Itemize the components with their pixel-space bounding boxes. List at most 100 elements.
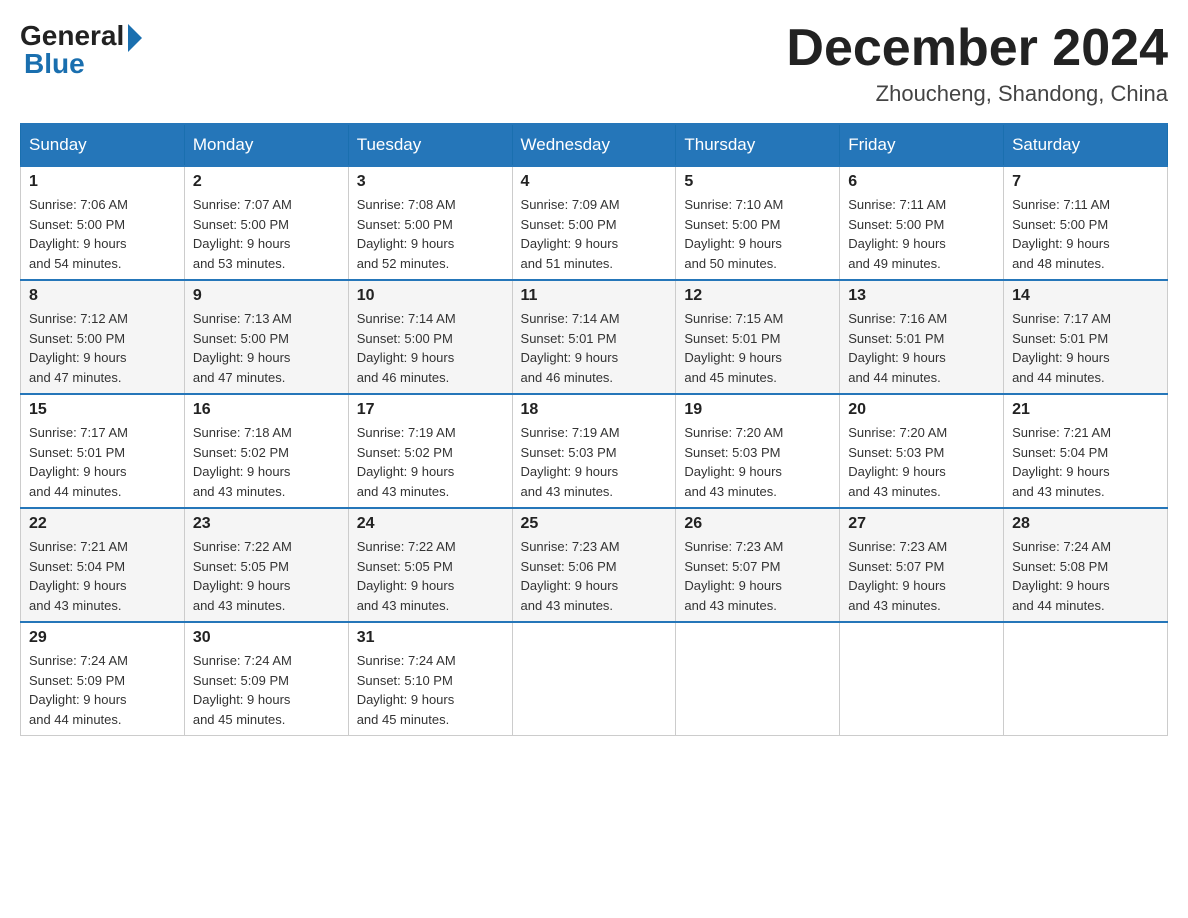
location-title: Zhoucheng, Shandong, China — [786, 81, 1168, 107]
day-number: 29 — [29, 629, 176, 647]
logo-blue-text: Blue — [20, 48, 85, 80]
day-number: 3 — [357, 173, 504, 191]
day-number: 13 — [848, 287, 995, 305]
logo: General Blue — [20, 20, 142, 80]
day-info: Sunrise: 7:19 AMSunset: 5:03 PMDaylight:… — [521, 425, 620, 499]
day-info: Sunrise: 7:21 AMSunset: 5:04 PMDaylight:… — [1012, 425, 1111, 499]
empty-cell — [676, 622, 840, 736]
day-info: Sunrise: 7:24 AMSunset: 5:09 PMDaylight:… — [29, 653, 128, 727]
day-number: 31 — [357, 629, 504, 647]
col-header-saturday: Saturday — [1004, 124, 1168, 166]
day-info: Sunrise: 7:13 AMSunset: 5:00 PMDaylight:… — [193, 311, 292, 385]
day-number: 4 — [521, 173, 668, 191]
col-header-tuesday: Tuesday — [348, 124, 512, 166]
day-info: Sunrise: 7:24 AMSunset: 5:09 PMDaylight:… — [193, 653, 292, 727]
empty-cell — [840, 622, 1004, 736]
day-info: Sunrise: 7:22 AMSunset: 5:05 PMDaylight:… — [357, 539, 456, 613]
day-info: Sunrise: 7:19 AMSunset: 5:02 PMDaylight:… — [357, 425, 456, 499]
day-info: Sunrise: 7:23 AMSunset: 5:07 PMDaylight:… — [848, 539, 947, 613]
day-info: Sunrise: 7:15 AMSunset: 5:01 PMDaylight:… — [684, 311, 783, 385]
day-info: Sunrise: 7:12 AMSunset: 5:00 PMDaylight:… — [29, 311, 128, 385]
day-cell-12: 12 Sunrise: 7:15 AMSunset: 5:01 PMDaylig… — [676, 280, 840, 394]
day-number: 7 — [1012, 173, 1159, 191]
day-cell-6: 6 Sunrise: 7:11 AMSunset: 5:00 PMDayligh… — [840, 166, 1004, 280]
day-number: 12 — [684, 287, 831, 305]
day-cell-27: 27 Sunrise: 7:23 AMSunset: 5:07 PMDaylig… — [840, 508, 1004, 622]
day-number: 5 — [684, 173, 831, 191]
day-info: Sunrise: 7:17 AMSunset: 5:01 PMDaylight:… — [1012, 311, 1111, 385]
day-info: Sunrise: 7:11 AMSunset: 5:00 PMDaylight:… — [1012, 197, 1110, 271]
calendar-table: SundayMondayTuesdayWednesdayThursdayFrid… — [20, 123, 1168, 736]
day-cell-19: 19 Sunrise: 7:20 AMSunset: 5:03 PMDaylig… — [676, 394, 840, 508]
col-header-thursday: Thursday — [676, 124, 840, 166]
empty-cell — [1004, 622, 1168, 736]
day-number: 27 — [848, 515, 995, 533]
week-row-4: 22 Sunrise: 7:21 AMSunset: 5:04 PMDaylig… — [21, 508, 1168, 622]
day-info: Sunrise: 7:14 AMSunset: 5:00 PMDaylight:… — [357, 311, 456, 385]
day-cell-18: 18 Sunrise: 7:19 AMSunset: 5:03 PMDaylig… — [512, 394, 676, 508]
day-number: 21 — [1012, 401, 1159, 419]
day-info: Sunrise: 7:11 AMSunset: 5:00 PMDaylight:… — [848, 197, 946, 271]
day-info: Sunrise: 7:20 AMSunset: 5:03 PMDaylight:… — [684, 425, 783, 499]
day-cell-26: 26 Sunrise: 7:23 AMSunset: 5:07 PMDaylig… — [676, 508, 840, 622]
week-row-2: 8 Sunrise: 7:12 AMSunset: 5:00 PMDayligh… — [21, 280, 1168, 394]
day-info: Sunrise: 7:24 AMSunset: 5:08 PMDaylight:… — [1012, 539, 1111, 613]
day-cell-14: 14 Sunrise: 7:17 AMSunset: 5:01 PMDaylig… — [1004, 280, 1168, 394]
day-info: Sunrise: 7:09 AMSunset: 5:00 PMDaylight:… — [521, 197, 620, 271]
week-row-5: 29 Sunrise: 7:24 AMSunset: 5:09 PMDaylig… — [21, 622, 1168, 736]
day-info: Sunrise: 7:22 AMSunset: 5:05 PMDaylight:… — [193, 539, 292, 613]
day-number: 18 — [521, 401, 668, 419]
week-row-1: 1 Sunrise: 7:06 AMSunset: 5:00 PMDayligh… — [21, 166, 1168, 280]
day-number: 23 — [193, 515, 340, 533]
day-cell-16: 16 Sunrise: 7:18 AMSunset: 5:02 PMDaylig… — [184, 394, 348, 508]
day-info: Sunrise: 7:17 AMSunset: 5:01 PMDaylight:… — [29, 425, 128, 499]
day-number: 22 — [29, 515, 176, 533]
day-cell-20: 20 Sunrise: 7:20 AMSunset: 5:03 PMDaylig… — [840, 394, 1004, 508]
day-info: Sunrise: 7:23 AMSunset: 5:07 PMDaylight:… — [684, 539, 783, 613]
day-info: Sunrise: 7:18 AMSunset: 5:02 PMDaylight:… — [193, 425, 292, 499]
day-cell-21: 21 Sunrise: 7:21 AMSunset: 5:04 PMDaylig… — [1004, 394, 1168, 508]
day-cell-29: 29 Sunrise: 7:24 AMSunset: 5:09 PMDaylig… — [21, 622, 185, 736]
day-cell-22: 22 Sunrise: 7:21 AMSunset: 5:04 PMDaylig… — [21, 508, 185, 622]
day-cell-31: 31 Sunrise: 7:24 AMSunset: 5:10 PMDaylig… — [348, 622, 512, 736]
month-title: December 2024 — [786, 20, 1168, 77]
day-info: Sunrise: 7:08 AMSunset: 5:00 PMDaylight:… — [357, 197, 456, 271]
day-cell-5: 5 Sunrise: 7:10 AMSunset: 5:00 PMDayligh… — [676, 166, 840, 280]
day-info: Sunrise: 7:10 AMSunset: 5:00 PMDaylight:… — [684, 197, 783, 271]
day-number: 9 — [193, 287, 340, 305]
day-info: Sunrise: 7:06 AMSunset: 5:00 PMDaylight:… — [29, 197, 128, 271]
day-cell-7: 7 Sunrise: 7:11 AMSunset: 5:00 PMDayligh… — [1004, 166, 1168, 280]
day-number: 6 — [848, 173, 995, 191]
day-cell-17: 17 Sunrise: 7:19 AMSunset: 5:02 PMDaylig… — [348, 394, 512, 508]
day-cell-13: 13 Sunrise: 7:16 AMSunset: 5:01 PMDaylig… — [840, 280, 1004, 394]
day-info: Sunrise: 7:24 AMSunset: 5:10 PMDaylight:… — [357, 653, 456, 727]
day-number: 28 — [1012, 515, 1159, 533]
day-cell-9: 9 Sunrise: 7:13 AMSunset: 5:00 PMDayligh… — [184, 280, 348, 394]
day-cell-28: 28 Sunrise: 7:24 AMSunset: 5:08 PMDaylig… — [1004, 508, 1168, 622]
day-cell-24: 24 Sunrise: 7:22 AMSunset: 5:05 PMDaylig… — [348, 508, 512, 622]
empty-cell — [512, 622, 676, 736]
day-info: Sunrise: 7:20 AMSunset: 5:03 PMDaylight:… — [848, 425, 947, 499]
day-cell-4: 4 Sunrise: 7:09 AMSunset: 5:00 PMDayligh… — [512, 166, 676, 280]
title-block: December 2024 Zhoucheng, Shandong, China — [786, 20, 1168, 107]
col-header-monday: Monday — [184, 124, 348, 166]
day-cell-15: 15 Sunrise: 7:17 AMSunset: 5:01 PMDaylig… — [21, 394, 185, 508]
day-number: 8 — [29, 287, 176, 305]
page-header: General Blue December 2024 Zhoucheng, Sh… — [20, 20, 1168, 107]
day-number: 25 — [521, 515, 668, 533]
day-cell-23: 23 Sunrise: 7:22 AMSunset: 5:05 PMDaylig… — [184, 508, 348, 622]
day-cell-25: 25 Sunrise: 7:23 AMSunset: 5:06 PMDaylig… — [512, 508, 676, 622]
logo-arrow-icon — [128, 24, 142, 52]
day-info: Sunrise: 7:07 AMSunset: 5:00 PMDaylight:… — [193, 197, 292, 271]
day-number: 10 — [357, 287, 504, 305]
day-cell-8: 8 Sunrise: 7:12 AMSunset: 5:00 PMDayligh… — [21, 280, 185, 394]
day-info: Sunrise: 7:16 AMSunset: 5:01 PMDaylight:… — [848, 311, 947, 385]
calendar-header-row: SundayMondayTuesdayWednesdayThursdayFrid… — [21, 124, 1168, 166]
week-row-3: 15 Sunrise: 7:17 AMSunset: 5:01 PMDaylig… — [21, 394, 1168, 508]
day-number: 24 — [357, 515, 504, 533]
day-number: 30 — [193, 629, 340, 647]
day-number: 11 — [521, 287, 668, 305]
col-header-sunday: Sunday — [21, 124, 185, 166]
day-cell-11: 11 Sunrise: 7:14 AMSunset: 5:01 PMDaylig… — [512, 280, 676, 394]
day-number: 26 — [684, 515, 831, 533]
